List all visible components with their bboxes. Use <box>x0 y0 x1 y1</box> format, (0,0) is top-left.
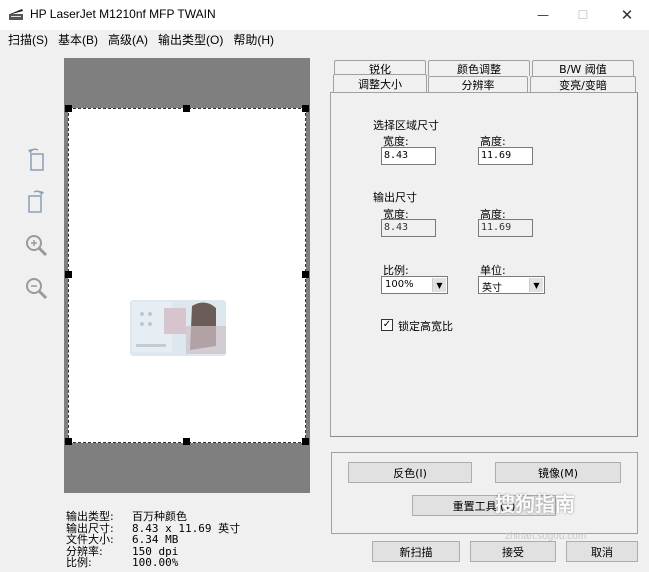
watermark-url: zhinan.sogou.com <box>505 531 587 542</box>
watermark: 搜狗指南 <box>495 492 575 516</box>
scan-info: 输出类型: 百万种颜色 输出尺寸: 8.43 x 11.69 英寸 文件大小: 6.3… <box>66 511 240 569</box>
unit-select-value: 英寸 <box>482 283 502 294</box>
chevron-down-icon[interactable]: ▼ <box>432 278 446 292</box>
output-height-field: 11.69 <box>478 219 533 237</box>
tab-resize[interactable]: 调整大小 <box>333 74 427 92</box>
mirror-button[interactable]: 镜像(M) <box>495 462 621 483</box>
accept-button[interactable]: 接受 <box>470 541 556 562</box>
resize-handle[interactable] <box>302 438 309 445</box>
resize-handle[interactable] <box>302 271 309 278</box>
lock-aspect-label: 锁定高宽比 <box>398 320 453 333</box>
info-label: 输出类型: <box>66 510 114 523</box>
resize-handle[interactable] <box>65 271 72 278</box>
chevron-down-icon[interactable]: ▼ <box>529 278 543 292</box>
scale-select-value: 100% <box>385 279 414 290</box>
menu-bar: 扫描(S) 基本(B) 高级(A) 输出类型(O) 帮助(H) <box>0 30 649 49</box>
info-label: 比例: <box>66 556 92 569</box>
cancel-button[interactable]: 取消 <box>566 541 638 562</box>
info-label: 文件大小: <box>66 533 114 546</box>
resize-handle[interactable] <box>302 105 309 112</box>
tab-brightness[interactable]: 变亮/变暗 <box>530 76 636 92</box>
zoom-in-icon[interactable] <box>22 232 50 260</box>
resize-handle[interactable] <box>183 105 190 112</box>
window-title: HP LaserJet M1210nf MFP TWAIN <box>30 7 216 21</box>
select-width-input[interactable]: 8.43 <box>381 147 436 165</box>
menu-help[interactable]: 帮助(H) <box>228 30 279 49</box>
resize-handle[interactable] <box>65 438 72 445</box>
new-scan-button[interactable]: 新扫描 <box>372 541 460 562</box>
select-area-title: 选择区域尺寸 <box>373 119 439 132</box>
rotate-right-icon[interactable] <box>22 188 50 216</box>
menu-scan[interactable]: 扫描(S) <box>3 30 53 49</box>
rotate-left-icon[interactable] <box>22 146 50 174</box>
zoom-out-icon[interactable] <box>22 275 50 303</box>
menu-advanced[interactable]: 高级(A) <box>103 30 153 49</box>
file-size-value: 6.34 MB <box>132 533 179 546</box>
resize-handle[interactable] <box>65 105 72 112</box>
output-type-value: 百万种颜色 <box>132 510 187 523</box>
output-size-title: 输出尺寸 <box>373 191 417 204</box>
scanner-icon <box>9 9 23 20</box>
scanned-id-card-image <box>130 300 226 356</box>
maximize-button[interactable]: ☐ <box>560 0 606 30</box>
close-button[interactable]: ✕ <box>604 0 649 30</box>
menu-output-type[interactable]: 输出类型(O) <box>153 30 228 49</box>
output-width-field: 8.43 <box>381 219 436 237</box>
tab-resolution[interactable]: 分辨率 <box>428 76 528 92</box>
invert-button[interactable]: 反色(I) <box>348 462 472 483</box>
title-bar: HP LaserJet M1210nf MFP TWAIN — ☐ ✕ <box>0 0 649 30</box>
scale-select[interactable]: 100% ▼ <box>381 276 448 294</box>
tab-color-adjust[interactable]: 颜色调整 <box>428 60 530 76</box>
unit-select[interactable]: 英寸 ▼ <box>478 276 545 294</box>
menu-basic[interactable]: 基本(B) <box>53 30 103 49</box>
resize-handle[interactable] <box>183 438 190 445</box>
tab-bw-threshold[interactable]: B/W 阈值 <box>532 60 634 76</box>
ratio-value: 100.00% <box>132 556 179 569</box>
select-height-input[interactable]: 11.69 <box>478 147 533 165</box>
lock-aspect-checkbox[interactable]: ✓ <box>381 319 393 331</box>
scan-selection-area[interactable] <box>68 108 306 443</box>
